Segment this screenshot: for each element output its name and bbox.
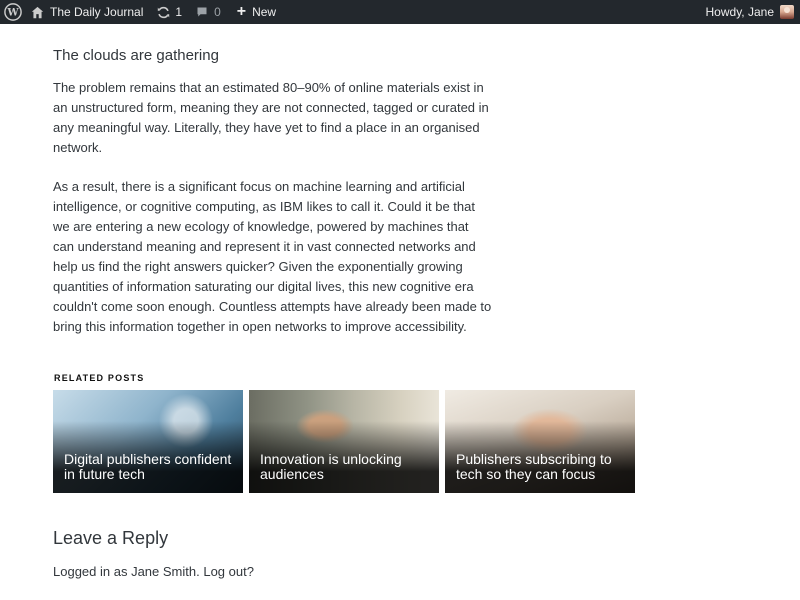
related-posts-list: Digital publishers confident in future t… <box>53 390 635 493</box>
related-post-card[interactable]: Publishers subscribing to tech so they c… <box>445 390 635 493</box>
updates-count: 1 <box>175 5 183 19</box>
wordpress-logo-icon[interactable]: W <box>0 0 26 24</box>
section-heading: The clouds are gathering <box>53 47 219 64</box>
admin-bar: W The Daily Journal 1 0 + New Howdy, Jan… <box>0 0 800 24</box>
related-post-title[interactable]: Digital publishers confident in future t… <box>64 452 235 482</box>
profile-link[interactable]: Logged in as Jane Smith. <box>53 564 200 579</box>
svg-text:W: W <box>6 8 19 19</box>
site-name-link[interactable]: The Daily Journal <box>31 0 143 24</box>
article-paragraph: The problem remains that an estimated 80… <box>53 80 489 155</box>
leave-reply-heading: Leave a Reply <box>53 528 169 548</box>
site-name-label: The Daily Journal <box>50 5 144 19</box>
new-label: New <box>252 5 277 19</box>
comments-link[interactable]: 0 <box>196 0 221 24</box>
comment-bubble-icon <box>197 7 207 17</box>
howdy-label: Howdy, Jane <box>705 5 774 19</box>
home-icon <box>31 6 44 18</box>
plus-icon: + <box>236 3 247 20</box>
logged-in-notice: Logged in as Jane Smith. Log out? <box>53 564 254 579</box>
account-menu[interactable]: Howdy, Jane <box>706 0 794 24</box>
related-post-title[interactable]: Publishers subscribing to tech so they c… <box>456 452 627 482</box>
avatar <box>780 5 794 19</box>
related-post-title[interactable]: Innovation is unlocking audiences <box>260 452 431 482</box>
related-post-card[interactable]: Innovation is unlocking audiences <box>249 390 439 493</box>
article-paragraph: As a result, there is a significant focu… <box>53 179 492 334</box>
new-content-link[interactable]: + New <box>237 0 276 24</box>
related-post-card[interactable]: Digital publishers confident in future t… <box>53 390 243 493</box>
comments-count: 0 <box>214 5 221 19</box>
related-posts-heading: RELATED POSTS <box>54 373 145 383</box>
updates-icon <box>158 6 170 18</box>
updates-link[interactable]: 1 <box>157 0 182 24</box>
logout-link[interactable]: Log out? <box>203 564 254 579</box>
